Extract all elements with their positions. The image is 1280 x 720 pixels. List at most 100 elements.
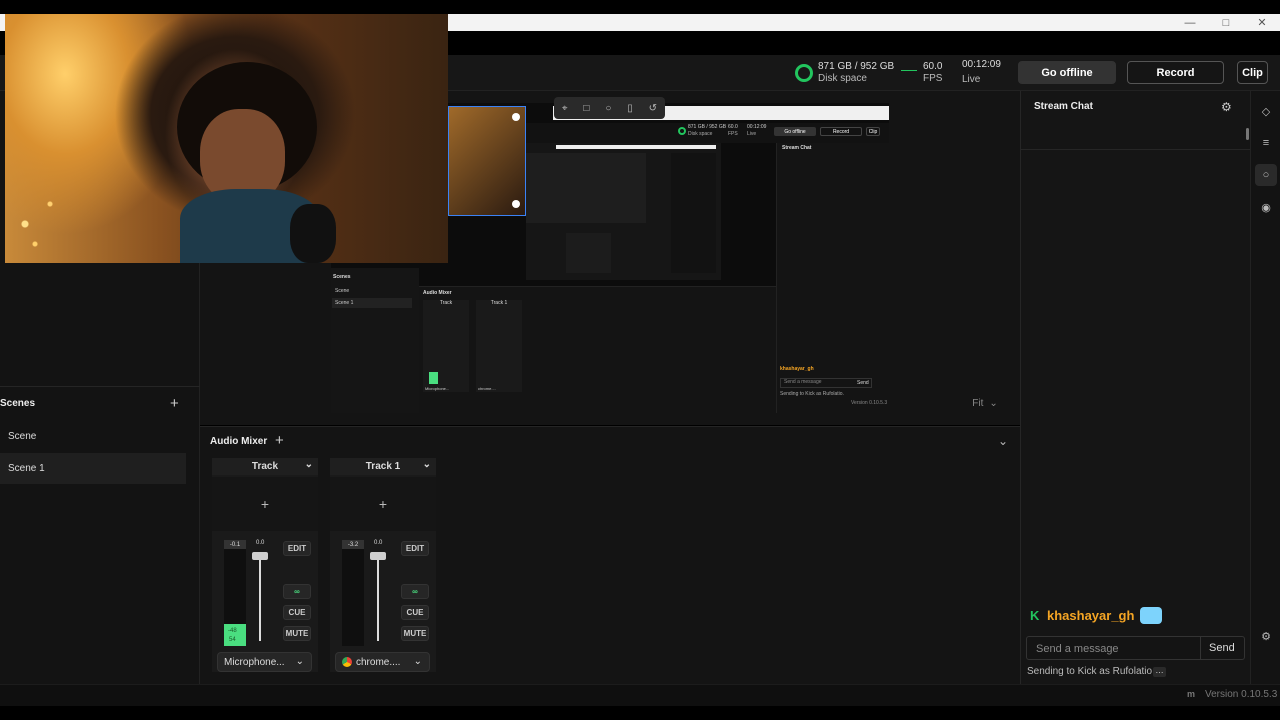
add-scene-button[interactable]: + (170, 395, 179, 412)
collapse-chevron-icon[interactable]: ⌄ (998, 434, 1008, 448)
chevron-down-icon: ⌄ (295, 656, 304, 667)
sliders-icon[interactable]: ≡ (1255, 132, 1277, 154)
edit-button[interactable]: EDIT (401, 541, 429, 556)
inner-disk: 871 GB / 952 GB (688, 124, 727, 130)
inner-chat-send: Send (857, 380, 869, 386)
go-offline-button[interactable]: Go offline (1018, 61, 1116, 84)
chevron-down-icon: ⌄ (989, 397, 998, 409)
edit-button[interactable]: EDIT (283, 541, 311, 556)
volume-fader[interactable] (377, 553, 379, 641)
source-select[interactable]: Microphone... ⌄ (217, 652, 312, 672)
maximize-icon[interactable]: □ (1208, 14, 1244, 31)
live-timer: 00:12:09 (962, 59, 1001, 70)
emote-icon (1140, 607, 1162, 624)
scenes-divider (0, 386, 200, 387)
gear-icon[interactable]: ⚙ (1221, 100, 1232, 114)
mute-button[interactable]: MUTE (283, 626, 311, 641)
fader-knob[interactable] (252, 552, 268, 560)
chat-input[interactable]: Send a message Send (1026, 636, 1245, 660)
close-icon[interactable]: ✕ (1244, 14, 1280, 31)
minimize-icon[interactable]: — (1172, 14, 1208, 31)
inner-disk-label: Disk space (688, 131, 713, 137)
track-header[interactable]: Track 1 ⌄ (330, 458, 436, 475)
app-logo-icon: m (1187, 689, 1196, 699)
record-button[interactable]: Record (1127, 61, 1224, 84)
chat-input-placeholder: Send a message (1036, 643, 1119, 655)
status-footer: m Version 0.10.5.3 (0, 684, 1280, 706)
chrome-icon (342, 657, 352, 667)
scene-item-selected[interactable]: Scene 1 (0, 453, 186, 484)
more-options-icon[interactable]: ⋯ (1153, 667, 1166, 677)
resize-handle-icon[interactable] (512, 200, 520, 208)
broadcast-icon[interactable]: ◉ (1255, 196, 1277, 218)
add-track-button[interactable]: + (275, 432, 284, 449)
gain-readout: 0.0 (374, 540, 383, 546)
add-source-button[interactable]: + (212, 477, 318, 531)
chat-bubble-icon[interactable]: ○ (1255, 164, 1277, 186)
settings-gear-icon[interactable]: ⚙ (1255, 625, 1277, 647)
inner-record: Record (820, 127, 862, 136)
inner-track-a: Track Microphone... (423, 300, 469, 392)
inner-track-b-name: Track 1 (490, 300, 508, 306)
transform-toolbox: ⌖ □ ○ ▯ ↺ (554, 97, 665, 119)
track-name: Track (251, 461, 279, 472)
chevron-down-icon[interactable]: ⌄ (423, 459, 431, 470)
chat-panel: Stream Chat ⚙ K khashayar_gh Send a mess… (1020, 91, 1251, 684)
microphone-image (290, 204, 336, 263)
peak-readout: -3.2 (342, 540, 364, 549)
rectangle-icon[interactable]: □ (583, 103, 589, 114)
chat-username[interactable]: khashayar_gh (1047, 608, 1134, 623)
track-header[interactable]: Track ⌄ (212, 458, 318, 475)
send-button[interactable]: Send (1209, 642, 1235, 654)
inner-track-b-source: chrome.... (478, 386, 496, 391)
chevron-down-icon[interactable]: ⌄ (305, 459, 313, 470)
audio-mixer: Audio Mixer + ⌄ Track ⌄ + -0.1 0.0 -48 5… (200, 426, 1020, 684)
link-icon[interactable]: ∞ (401, 584, 429, 599)
track-strip: Track 1 ⌄ + -3.2 0.0 EDIT ∞ CUE MUTE chr… (330, 458, 436, 672)
inner-mixer: Audio Mixer Track Microphone... Track 1 … (419, 286, 776, 413)
inner-track-a-name: Track (439, 300, 453, 306)
chat-scrollbar[interactable] (1246, 128, 1249, 140)
track-name: Track 1 (365, 461, 401, 472)
webcam-overlay (5, 14, 448, 263)
fit-select[interactable]: Fit ⌄ (962, 393, 1008, 413)
rotate-icon[interactable]: ↺ (649, 103, 657, 114)
inner-appbar: 871 GB / 952 GB Disk space 60.0 FPS 00:1… (526, 123, 889, 143)
sending-as-text: Sending to Kick as Rufolatio. (1027, 666, 1155, 677)
version-label: Version 0.10.5.3 (1205, 689, 1278, 700)
inner-time: 00:12:09 (747, 124, 767, 130)
scenes-title: Scenes (0, 398, 36, 409)
inner-chat-sending: Sending to Kick as Rufolatio. (780, 391, 844, 397)
cue-button[interactable]: CUE (283, 605, 311, 620)
inner-go-offline: Go offline (774, 127, 816, 136)
inner-scene-a: Scene (335, 288, 350, 294)
kick-icon: K (1030, 608, 1040, 623)
circle-icon[interactable]: ○ (605, 103, 611, 114)
inner-inner-chat (671, 153, 716, 273)
inner-mixer-title: Audio Mixer (423, 290, 452, 296)
mute-button[interactable]: MUTE (401, 626, 429, 641)
inner-track-a-meter (429, 372, 438, 384)
cue-button[interactable]: CUE (401, 605, 429, 620)
crop-icon[interactable]: ⌖ (562, 103, 568, 114)
scene-item[interactable]: Scene (0, 421, 186, 452)
diamond-icon[interactable]: ◇ (1255, 100, 1277, 122)
disk-usage-icon (795, 64, 813, 82)
live-label: Live (962, 74, 981, 85)
inner-scenes-title: Scenes (333, 274, 351, 280)
clip-button[interactable]: Clip (1237, 61, 1268, 84)
resize-handle-icon[interactable] (512, 113, 520, 121)
inner-version: Version 0.10.5.3 (851, 400, 888, 406)
fairy-lights (5, 164, 125, 263)
source-select[interactable]: chrome.... ⌄ (335, 652, 430, 672)
link-icon[interactable]: ∞ (283, 584, 311, 599)
inner-fps: 60.0 (728, 124, 738, 130)
inner-chat-title: Stream Chat (782, 145, 812, 151)
add-source-button[interactable]: + (330, 477, 436, 531)
fader-knob[interactable] (370, 552, 386, 560)
mobile-icon[interactable]: ▯ (627, 103, 633, 114)
inner-inner-mixer (566, 233, 611, 273)
level-meter (342, 549, 364, 646)
inner-time-label: Live (747, 131, 757, 137)
volume-fader[interactable] (259, 553, 261, 641)
